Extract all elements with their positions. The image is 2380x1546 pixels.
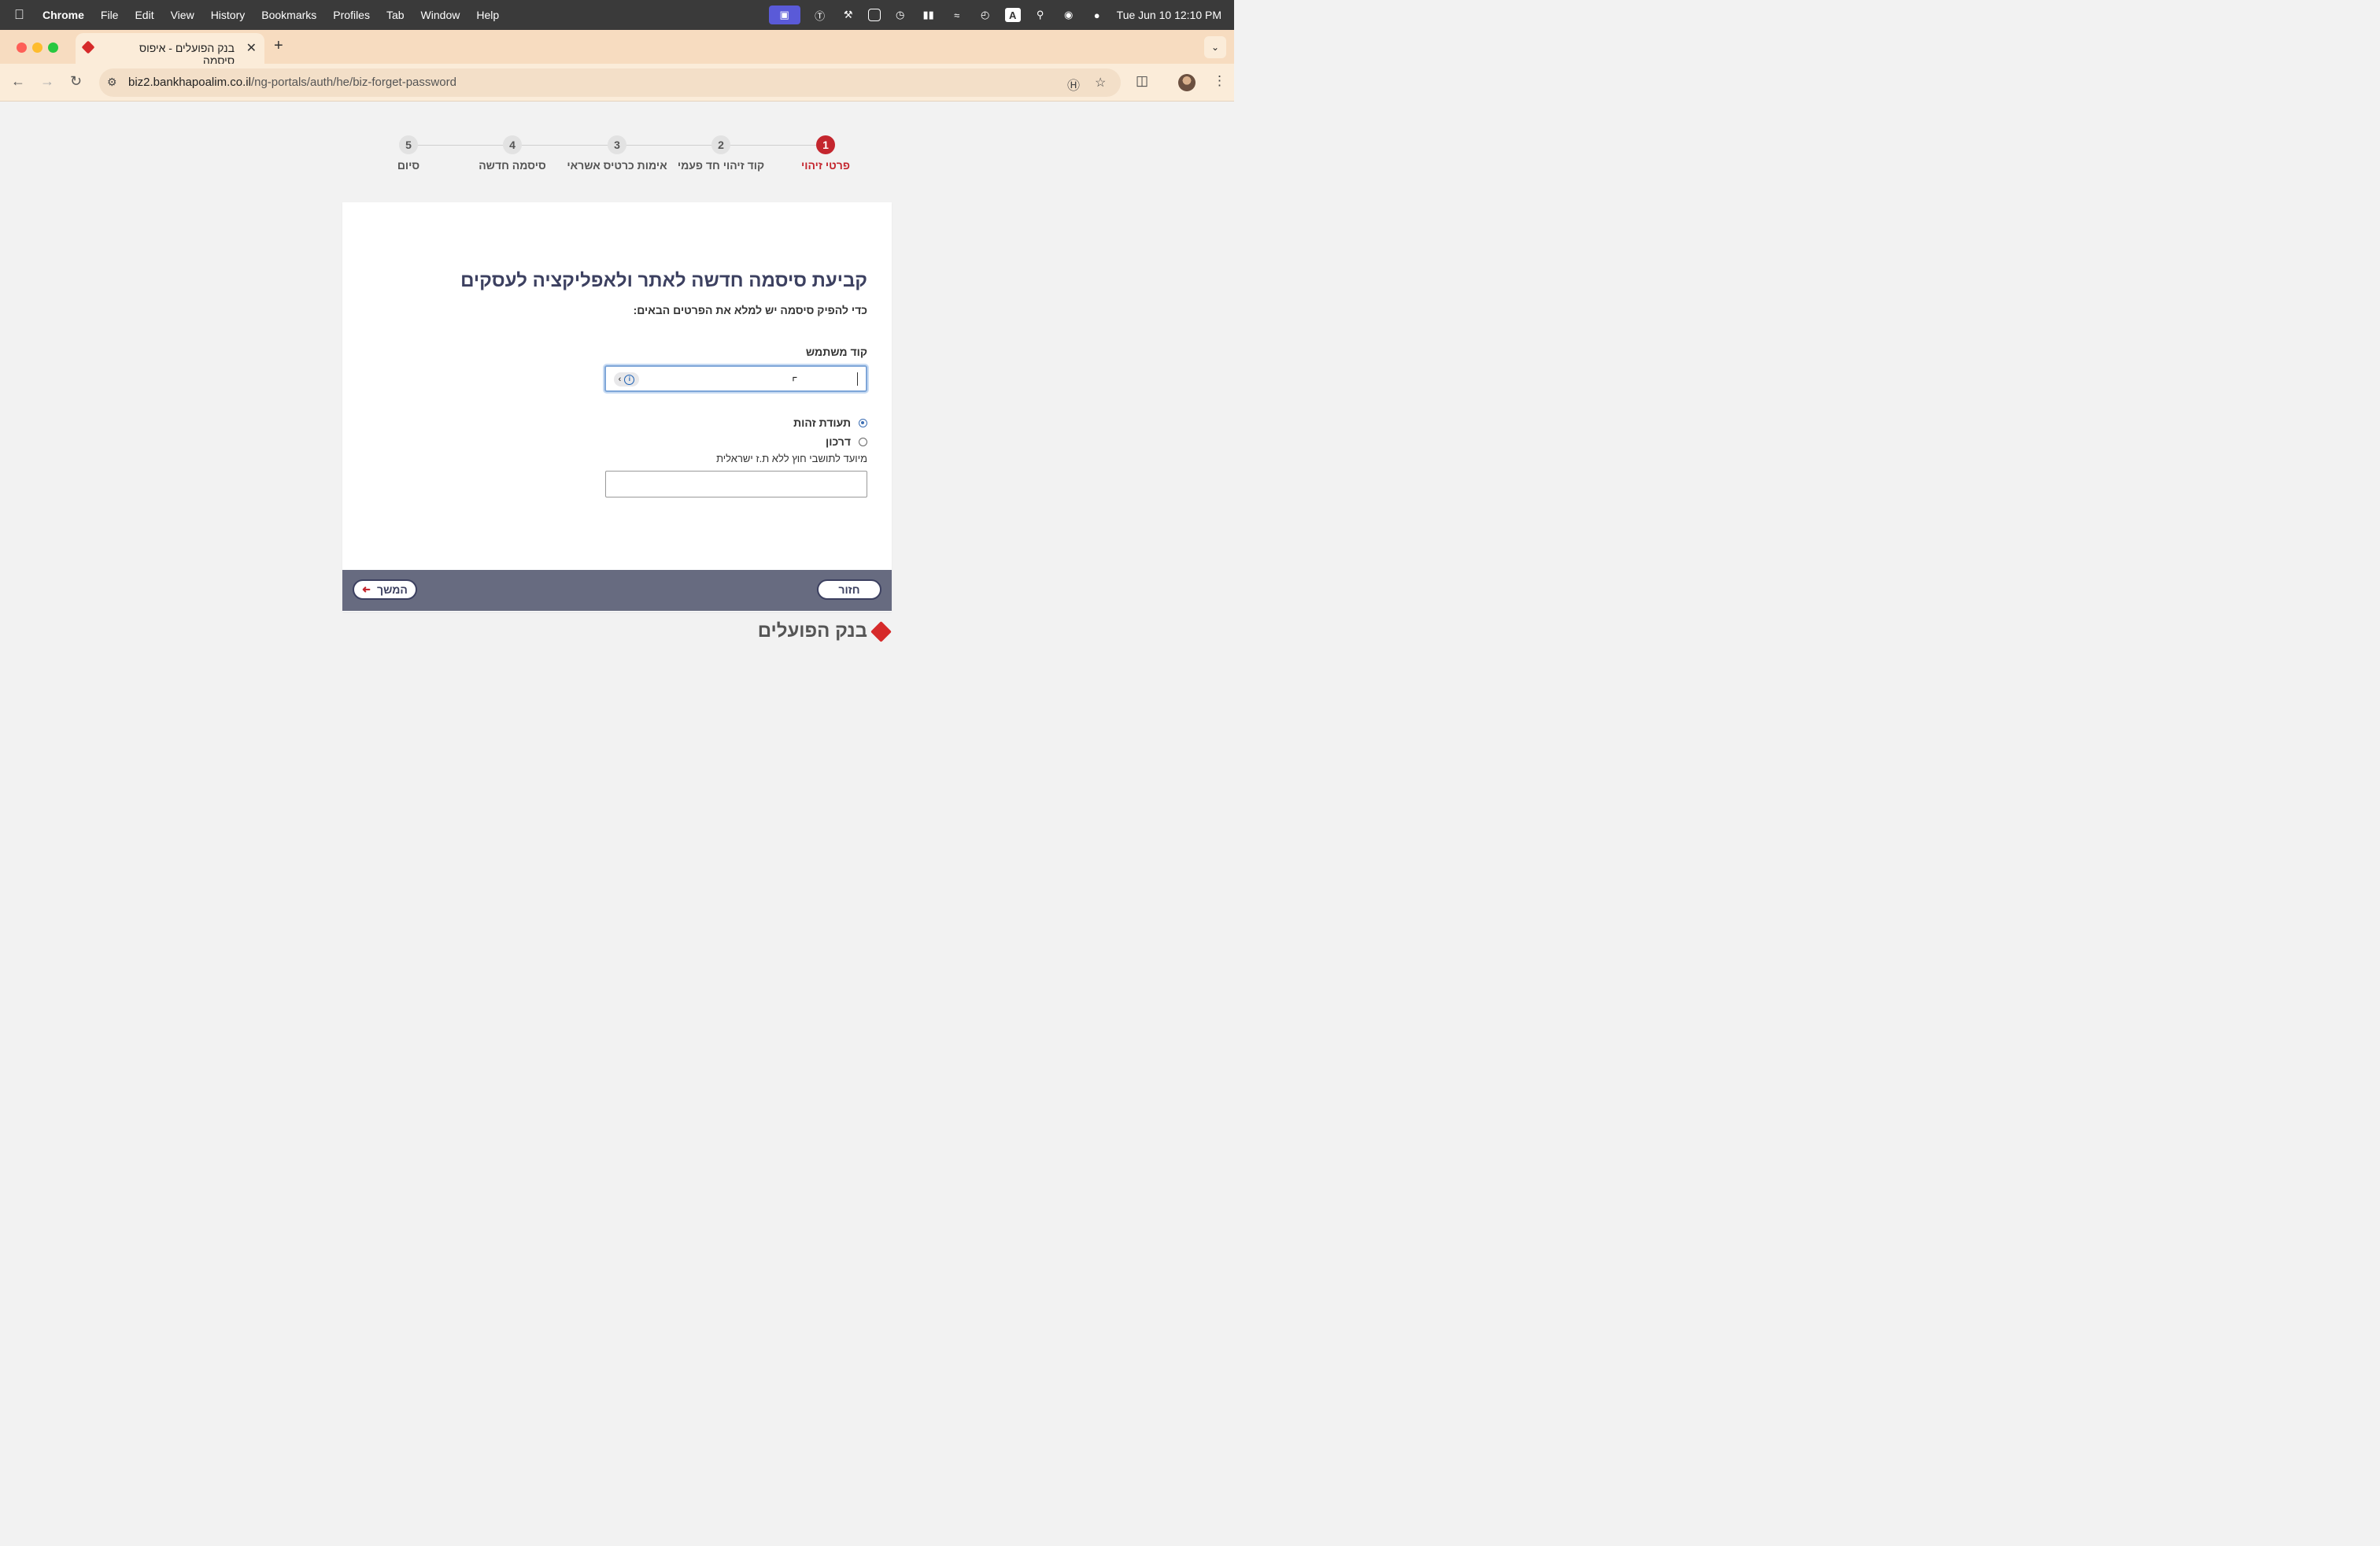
bank-logo: בנק הפועלים [758,620,892,642]
input-caret [857,372,858,386]
continue-button[interactable]: המשך ➜ [353,579,417,600]
control-center-icon[interactable]: ◉ [1060,8,1077,22]
step-label: סיום [397,159,420,172]
browser-toolbar: ← → ↻ ⚙ biz2.bankhapoalim.co.il/ng-porta… [0,64,1234,102]
user-code-label: קוד משתמש [805,346,867,358]
menu-window[interactable]: Window [421,9,460,21]
menubar-status-area: ▣ Ⓣ ⚒ ◷ ▮▮ ≈ ◴ A ⚲ ◉ ● Tue Jun 10 12:10 … [768,0,1221,30]
step-label: קוד זיהוי חד פעמי [677,159,765,172]
menu-bookmarks[interactable]: Bookmarks [261,9,316,21]
back-button[interactable]: חזור [817,579,881,600]
onepassword-key-icon: i [624,374,635,385]
reload-icon[interactable]: ↻ [70,73,82,90]
minimize-window-button[interactable] [32,43,42,53]
mouse-ibeam-cursor-icon: ⌜ [792,376,798,390]
password-manager-autofill-icon[interactable]: ‹ i [614,372,639,386]
url-host: biz2.bankhapoalim.co.il [128,76,251,89]
step-number: 4 [503,135,522,154]
step-number: 5 [399,135,418,154]
continue-button-label: המשך [377,583,408,596]
menubar-clock[interactable]: Tue Jun 10 12:10 PM [1117,9,1221,21]
step-label: סיסמה חדשה [479,159,546,172]
profile-avatar[interactable] [1178,74,1196,91]
square-app-icon[interactable] [867,9,881,21]
chrome-menu-kebab-icon[interactable]: ⋮ [1213,73,1226,89]
password-manager-icon[interactable]: Ⓣ [811,8,829,22]
arrow-left-icon: ➜ [362,583,371,595]
menu-file[interactable]: File [101,9,119,21]
radio-label[interactable]: תעודת זהות [793,416,851,429]
timer-icon[interactable]: ◷ [892,8,909,22]
step-3-credit-card: 3 אימות כרטיס אשראי [558,135,676,172]
step-5-finish: 5 סיום [349,135,468,172]
page-title: קביעת סיסמה חדשה לאתר ולאפליקציה לעסקים [460,270,867,291]
chevron-left-icon: ‹ [618,375,622,384]
browser-tab-strip: בנק הפועלים - איפוס סיסמה ✕ + ⌄ [0,30,1234,67]
passport-number-input[interactable] [605,471,867,497]
radio-id-card[interactable]: תעודת זהות [793,416,867,429]
site-info-icon[interactable]: ⚙ [107,76,117,89]
new-tab-icon[interactable]: + [274,37,283,55]
step-number: 1 [816,135,835,154]
passport-hint: מיועד לתושבי חוץ ללא ת.ז ישראלית [716,453,867,464]
step-label: פרטי זיהוי [801,159,850,172]
radio-label[interactable]: דרכון [826,435,851,448]
url-path: /ng-portals/auth/he/biz-forget-password [250,76,456,89]
radio-button-unchecked[interactable] [859,437,867,446]
time-machine-icon[interactable]: ◴ [977,8,994,22]
step-1-identification: 1 פרטי זיהוי [767,135,885,172]
bank-logo-text: בנק הפועלים [757,620,867,642]
bank-favicon-icon [81,40,95,54]
translate-icon[interactable]: Ⓗ [1067,75,1080,94]
siri-icon[interactable]: ● [1088,8,1106,22]
battery-icon[interactable]: ▮▮ [920,8,937,22]
apple-menu-icon[interactable]:  [14,7,30,23]
tab-close-icon[interactable]: ✕ [246,40,257,56]
wifi-icon[interactable]: ≈ [948,8,966,22]
step-number: 2 [711,135,730,154]
step-4-new-password: 4 סיסמה חדשה [453,135,571,172]
spotlight-search-icon[interactable]: ⚲ [1032,8,1049,22]
radio-passport[interactable]: דרכון [826,435,867,448]
menu-help[interactable]: Help [476,9,499,21]
macos-menubar:  Chrome File Edit View History Bookmark… [0,0,1234,30]
bank-logo-diamond-icon [870,620,892,642]
close-window-button[interactable] [17,43,27,53]
screen-share-icon[interactable]: ▣ [768,6,800,24]
step-label: אימות כרטיס אשראי [567,159,667,172]
menu-tab[interactable]: Tab [386,9,405,21]
address-url[interactable]: biz2.bankhapoalim.co.il/ng-portals/auth/… [128,76,456,89]
user-code-input[interactable]: ‹ i [604,365,867,392]
tools-icon[interactable]: ⚒ [840,8,857,22]
progress-stepper: 1 פרטי זיהוי 2 קוד זיהוי חד פעמי 3 אימות… [378,135,866,183]
page-content: 1 פרטי זיהוי 2 קוד זיהוי חד פעמי 3 אימות… [0,102,1234,801]
menu-app-name[interactable]: Chrome [42,9,84,21]
back-arrow-icon[interactable]: ← [11,73,25,90]
browser-tab-active[interactable]: בנק הפועלים - איפוס סיסמה ✕ [76,33,264,67]
menu-view[interactable]: View [171,9,194,21]
bookmark-star-icon[interactable]: ☆ [1095,75,1106,91]
radio-button-checked[interactable] [859,418,867,427]
tab-search-chevron-icon[interactable]: ⌄ [1204,36,1226,58]
forward-arrow-icon[interactable]: → [40,73,54,90]
menu-history[interactable]: History [211,9,246,21]
back-button-label: חזור [838,583,860,596]
zoom-window-button[interactable] [48,43,58,53]
input-source-icon[interactable]: A [1004,8,1021,22]
step-2-otp: 2 קוד זיהוי חד פעמי [662,135,780,172]
reset-password-card: קביעת סיסמה חדשה לאתר ולאפליקציה לעסקים … [342,202,892,612]
card-footer-bar: חזור המשך ➜ [342,570,892,611]
menu-edit[interactable]: Edit [135,9,153,21]
extensions-puzzle-icon[interactable]: ◫ [1136,73,1148,89]
menu-profiles[interactable]: Profiles [333,9,370,21]
form-instructions: כדי להפיק סיסמה יש למלא את הפרטים הבאים: [633,304,867,316]
step-number: 3 [608,135,626,154]
address-bar[interactable]: ⚙ biz2.bankhapoalim.co.il/ng-portals/aut… [99,68,1121,97]
